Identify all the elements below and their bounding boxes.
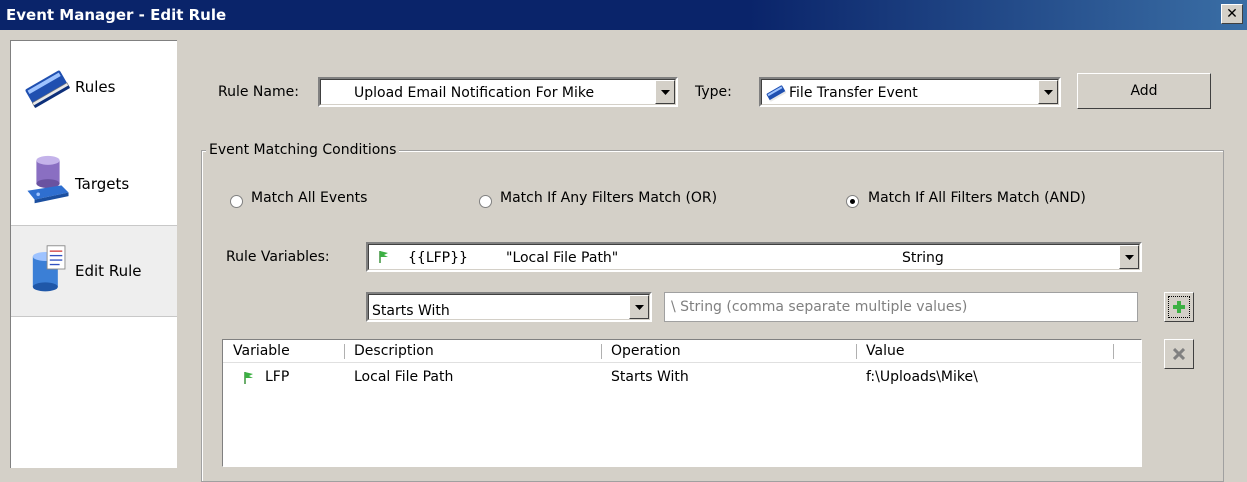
sidebar-item-targets[interactable]: Targets [11,137,177,227]
chevron-down-icon [661,90,670,95]
close-button[interactable]: ✕ [1221,4,1243,24]
column-header-value[interactable]: Value [866,343,904,359]
rule-variables-dropdown-button[interactable] [1119,245,1139,269]
type-dropdown-button[interactable] [1038,80,1058,104]
sidebar: Rules Targets Edit Rule [10,40,177,468]
group-title: Event Matching Conditions [206,142,400,158]
rule-name-value: Upload Email Notification For Mike [354,85,595,101]
window-title: Event Manager - Edit Rule [6,6,227,24]
sidebar-item-label: Rules [75,78,116,96]
sidebar-item-label: Targets [75,175,130,193]
column-header-operation[interactable]: Operation [611,343,681,359]
column-header-variable[interactable]: Variable [233,343,290,359]
sidebar-item-edit-rule[interactable]: Edit Rule [11,225,177,317]
delete-icon [1173,348,1185,360]
type-combo[interactable]: File Transfer Event [759,77,1061,107]
rule-variables-combo[interactable]: {{LFP}} "Local File Path" String [366,242,1142,272]
main-content: Rule Name: Upload Email Notification For… [176,30,1247,482]
rule-variable-description: "Local File Path" [506,250,619,266]
rule-variables-label: Rule Variables: [226,249,330,265]
type-value: File Transfer Event [789,85,918,101]
cell-operation: Starts With [611,369,689,385]
rule-name-dropdown-button[interactable] [655,80,675,104]
value-input[interactable]: \ String (comma separate multiple values… [664,292,1138,322]
file-transfer-icon [766,85,787,102]
cell-value: f:\Uploads\Mike\ [866,369,978,385]
filter-list-header: Variable Description Operation Value [223,340,1141,363]
filter-list[interactable]: Variable Description Operation Value LFP… [222,339,1142,467]
sidebar-item-label: Edit Rule [75,262,142,280]
operation-value: Starts With [372,303,450,319]
book-icon [25,70,70,109]
plus-icon [1173,301,1185,313]
radio-match-all[interactable] [230,195,243,208]
operation-combo[interactable]: Starts With [366,292,652,322]
type-label: Type: [695,84,732,100]
chevron-down-icon [1044,90,1053,95]
sidebar-item-rules[interactable]: Rules [11,41,177,131]
flag-icon [379,251,388,263]
chevron-down-icon [635,305,644,310]
radio-match-any[interactable] [479,195,492,208]
radio-match-all-filters[interactable] [846,195,859,208]
rule-variable-type: String [902,250,944,266]
cell-variable: LFP [265,369,290,385]
operation-dropdown-button[interactable] [629,295,649,319]
rule-name-combo[interactable]: Upload Email Notification For Mike [318,77,678,107]
radio-match-all-label[interactable]: Match All Events [251,190,367,206]
rule-variable-token: {{LFP}} [408,250,468,266]
rule-name-label: Rule Name: [218,84,299,100]
chevron-down-icon [1125,255,1134,260]
add-button[interactable]: Add [1077,73,1211,109]
database-icon [27,155,69,204]
title-bar: Event Manager - Edit Rule ✕ [0,0,1247,30]
value-input-placeholder: \ String (comma separate multiple values… [671,299,968,315]
remove-filter-button[interactable] [1164,339,1194,369]
edit-rule-icon [32,245,66,292]
radio-match-all-filters-label[interactable]: Match If All Filters Match (AND) [868,190,1086,206]
add-filter-button[interactable] [1164,292,1194,322]
cell-description: Local File Path [354,369,454,385]
column-header-description[interactable]: Description [354,343,434,359]
flag-icon [244,372,253,384]
radio-match-any-label[interactable]: Match If Any Filters Match (OR) [500,190,717,206]
close-icon: ✕ [1226,6,1238,22]
